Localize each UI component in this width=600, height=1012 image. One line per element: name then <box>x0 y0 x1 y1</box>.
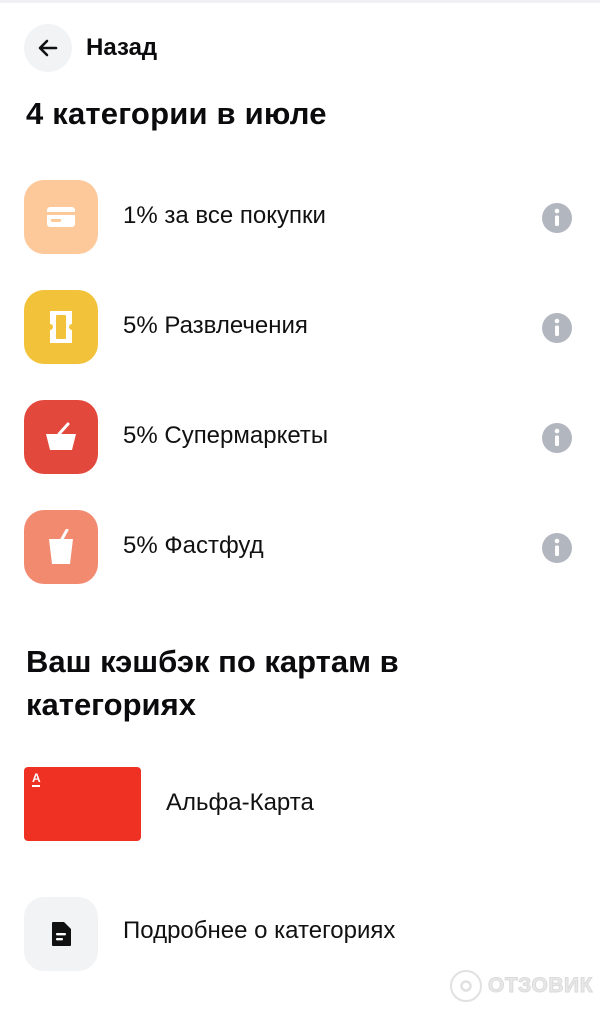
credit-card-icon <box>47 207 75 227</box>
category-icon-tile <box>24 510 98 584</box>
back-label[interactable]: Назад <box>86 34 157 62</box>
category-item-supermarkets[interactable]: 5% Супермаркеты <box>0 400 600 474</box>
category-label: 1% за все покупки <box>123 202 326 229</box>
info-icon[interactable] <box>541 312 573 344</box>
watermark: ОТЗОВИК <box>450 970 593 1002</box>
arrow-left-icon <box>38 39 58 57</box>
category-label: 5% Фастфуд <box>123 532 264 559</box>
category-icon-tile <box>24 290 98 364</box>
info-icon[interactable] <box>541 202 573 234</box>
category-label: 5% Супермаркеты <box>123 422 329 449</box>
document-icon <box>52 922 71 946</box>
page-title: 4 категории в июле <box>26 96 327 131</box>
back-button[interactable] <box>24 24 72 72</box>
alfa-logo-bar <box>32 785 40 787</box>
category-label: 5% Развлечения <box>123 312 308 339</box>
category-icon-tile <box>24 180 98 254</box>
info-icon[interactable] <box>541 532 573 564</box>
watermark-text: ОТЗОВИК <box>488 974 593 998</box>
card-item-alfa[interactable]: A Альфа-Карта <box>0 767 600 841</box>
watermark-logo-icon <box>450 970 482 1002</box>
card-thumbnail: A <box>24 767 141 841</box>
section-title: Ваш кэшбэк по картам в категориях <box>26 644 399 722</box>
back-nav[interactable]: Назад <box>24 22 157 74</box>
more-about-categories-link[interactable]: Подробнее о категориях <box>0 897 600 971</box>
category-icon-tile <box>24 400 98 474</box>
category-item-all-purchases[interactable]: 1% за все покупки <box>0 180 600 254</box>
category-item-entertainment[interactable]: 5% Развлечения <box>0 290 600 364</box>
card-label: Альфа-Карта <box>166 789 314 816</box>
drink-cup-icon <box>49 529 73 564</box>
info-icon[interactable] <box>541 422 573 454</box>
ticket-icon <box>50 311 72 343</box>
alfa-logo-icon: A <box>32 771 41 785</box>
basket-icon <box>46 422 76 450</box>
more-icon-tile <box>24 897 98 971</box>
top-divider <box>0 0 600 3</box>
category-item-fastfood[interactable]: 5% Фастфуд <box>0 510 600 584</box>
more-label: Подробнее о категориях <box>123 917 396 944</box>
